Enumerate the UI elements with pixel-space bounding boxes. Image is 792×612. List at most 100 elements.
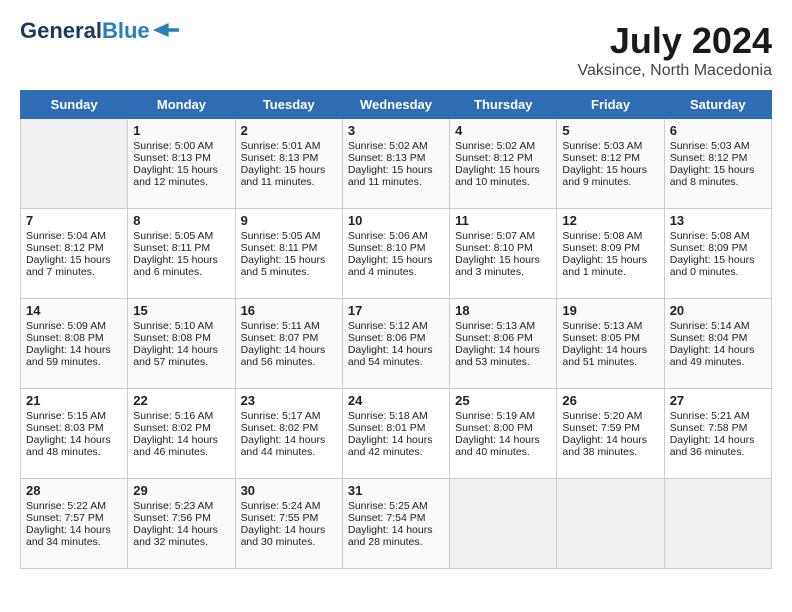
day-info-line: and 8 minutes. [670,176,766,188]
calendar-cell [557,479,664,569]
day-info-line: Sunset: 8:11 PM [241,242,337,254]
weekday-header-sunday: Sunday [21,91,128,119]
day-info-line: Daylight: 14 hours [133,524,229,536]
day-info-line: Daylight: 15 hours [562,164,658,176]
day-info-line: Sunset: 8:12 PM [670,152,766,164]
day-info-line: and 10 minutes. [455,176,551,188]
calendar-week-row: 1Sunrise: 5:00 AMSunset: 8:13 PMDaylight… [21,119,772,209]
calendar-week-row: 28Sunrise: 5:22 AMSunset: 7:57 PMDayligh… [21,479,772,569]
day-info-line: Sunset: 8:10 PM [348,242,444,254]
day-info-line: and 42 minutes. [348,446,444,458]
day-info-line: Daylight: 14 hours [241,434,337,446]
day-info-line: and 0 minutes. [670,266,766,278]
calendar-cell: 25 Sunrise: 5:19 AMSunset: 8:00 PMDayligh… [450,389,557,479]
day-info-line: Sunrise: 5:14 AM [670,320,766,332]
calendar-cell: 11Sunrise: 5:07 AMSunset: 8:10 PMDayligh… [450,209,557,299]
day-number: 25 [455,393,551,408]
day-info-line: Sunrise: 5:18 AM [348,410,444,422]
day-info-line: and 11 minutes. [241,176,337,188]
calendar-cell: 12Sunrise: 5:08 AMSunset: 8:09 PMDayligh… [557,209,664,299]
day-info-line: Sunset: 8:06 PM [455,332,551,344]
day-info-line: Sunrise: 5:11 AM [241,320,337,332]
day-info-line: Daylight: 14 hours [348,524,444,536]
calendar-cell: 23Sunrise: 5:17 AMSunset: 8:02 PMDayligh… [235,389,342,479]
day-number: 2 [241,123,337,138]
day-info-line: Daylight: 15 hours [670,254,766,266]
calendar-cell: 3Sunrise: 5:02 AMSunset: 8:13 PMDaylight… [342,119,449,209]
day-number: 22 [133,393,229,408]
day-number: 5 [562,123,658,138]
weekday-header-friday: Friday [557,91,664,119]
day-info-line: Sunset: 8:07 PM [241,332,337,344]
calendar-cell: 15Sunrise: 5:10 AMSunset: 8:08 PMDayligh… [128,299,235,389]
weekday-header-row: SundayMondayTuesdayWednesdayThursdayFrid… [21,91,772,119]
page-header: GeneralBlue July 2024 Vaksince, North Ma… [20,20,772,80]
calendar-cell: 16 Sunrise: 5:11 AMSunset: 8:07 PMDayligh… [235,299,342,389]
day-info-line: Daylight: 14 hours [348,434,444,446]
day-number: 1 [133,123,229,138]
day-info-line: Sunset: 8:10 PM [455,242,551,254]
day-number: 21 [26,393,122,408]
day-info-line: Daylight: 15 hours [133,254,229,266]
calendar-cell: 9 Sunrise: 5:05 AMSunset: 8:11 PMDaylight… [235,209,342,299]
calendar-cell: 10Sunrise: 5:06 AMSunset: 8:10 PMDayligh… [342,209,449,299]
day-info-line: Daylight: 15 hours [455,164,551,176]
day-info-line: Sunrise: 5:05 AM [241,230,337,242]
day-number: 10 [348,213,444,228]
day-info-line: Sunset: 8:01 PM [348,422,444,434]
day-number: 16 [241,303,337,318]
calendar-week-row: 7Sunrise: 5:04 AMSunset: 8:12 PMDaylight… [21,209,772,299]
day-info-line: Daylight: 15 hours [670,164,766,176]
day-info-line: Sunset: 8:08 PM [26,332,122,344]
day-number: 24 [348,393,444,408]
day-info-line: Sunrise: 5:13 AM [455,320,551,332]
day-info-line: Daylight: 14 hours [241,344,337,356]
day-info-line: and 28 minutes. [348,536,444,548]
day-info-line: Sunset: 8:08 PM [133,332,229,344]
day-info-line: Daylight: 14 hours [455,434,551,446]
day-info-line: Sunrise: 5:24 AM [241,500,337,512]
day-info-line: and 38 minutes. [562,446,658,458]
day-info-line: and 44 minutes. [241,446,337,458]
day-info-line: Daylight: 15 hours [455,254,551,266]
day-number: 13 [670,213,766,228]
calendar-cell: 20Sunrise: 5:14 AMSunset: 8:04 PMDayligh… [664,299,771,389]
calendar-cell: 7Sunrise: 5:04 AMSunset: 8:12 PMDaylight… [21,209,128,299]
day-info-line: Sunrise: 5:25 AM [348,500,444,512]
day-info-line: Sunset: 8:00 PM [455,422,551,434]
day-info-line: Daylight: 15 hours [562,254,658,266]
calendar-cell: 24 Sunrise: 5:18 AMSunset: 8:01 PMDayligh… [342,389,449,479]
day-number: 12 [562,213,658,228]
day-info-line: Daylight: 14 hours [133,434,229,446]
calendar-cell: 19Sunrise: 5:13 AMSunset: 8:05 PMDayligh… [557,299,664,389]
day-info-line: Sunrise: 5:22 AM [26,500,122,512]
calendar-cell: 4Sunrise: 5:02 AMSunset: 8:12 PMDaylight… [450,119,557,209]
day-info-line: Sunset: 8:12 PM [455,152,551,164]
day-info-line: Sunrise: 5:20 AM [562,410,658,422]
day-info-line: Daylight: 14 hours [562,434,658,446]
day-number: 9 [241,213,337,228]
day-info-line: Sunrise: 5:16 AM [133,410,229,422]
calendar-cell: 28Sunrise: 5:22 AMSunset: 7:57 PMDayligh… [21,479,128,569]
day-info-line: Daylight: 15 hours [241,254,337,266]
day-info-line: Daylight: 15 hours [26,254,122,266]
day-info-line: and 53 minutes. [455,356,551,368]
weekday-header-thursday: Thursday [450,91,557,119]
day-info-line: Daylight: 15 hours [241,164,337,176]
weekday-header-tuesday: Tuesday [235,91,342,119]
day-info-line: Sunrise: 5:12 AM [348,320,444,332]
day-info-line: Sunrise: 5:08 AM [562,230,658,242]
day-info-line: and 5 minutes. [241,266,337,278]
day-info-line: Daylight: 14 hours [455,344,551,356]
day-info-line: and 51 minutes. [562,356,658,368]
day-info-line: Sunset: 8:02 PM [133,422,229,434]
day-info-line: Sunset: 8:13 PM [348,152,444,164]
day-info-line: and 12 minutes. [133,176,229,188]
month-year-title: July 2024 [578,20,772,62]
day-info-line: Daylight: 14 hours [670,434,766,446]
day-info-line: Sunrise: 5:17 AM [241,410,337,422]
day-info-line: Sunrise: 5:19 AM [455,410,551,422]
logo-text: GeneralBlue [20,20,150,42]
calendar-header: SundayMondayTuesdayWednesdayThursdayFrid… [21,91,772,119]
day-info-line: and 32 minutes. [133,536,229,548]
